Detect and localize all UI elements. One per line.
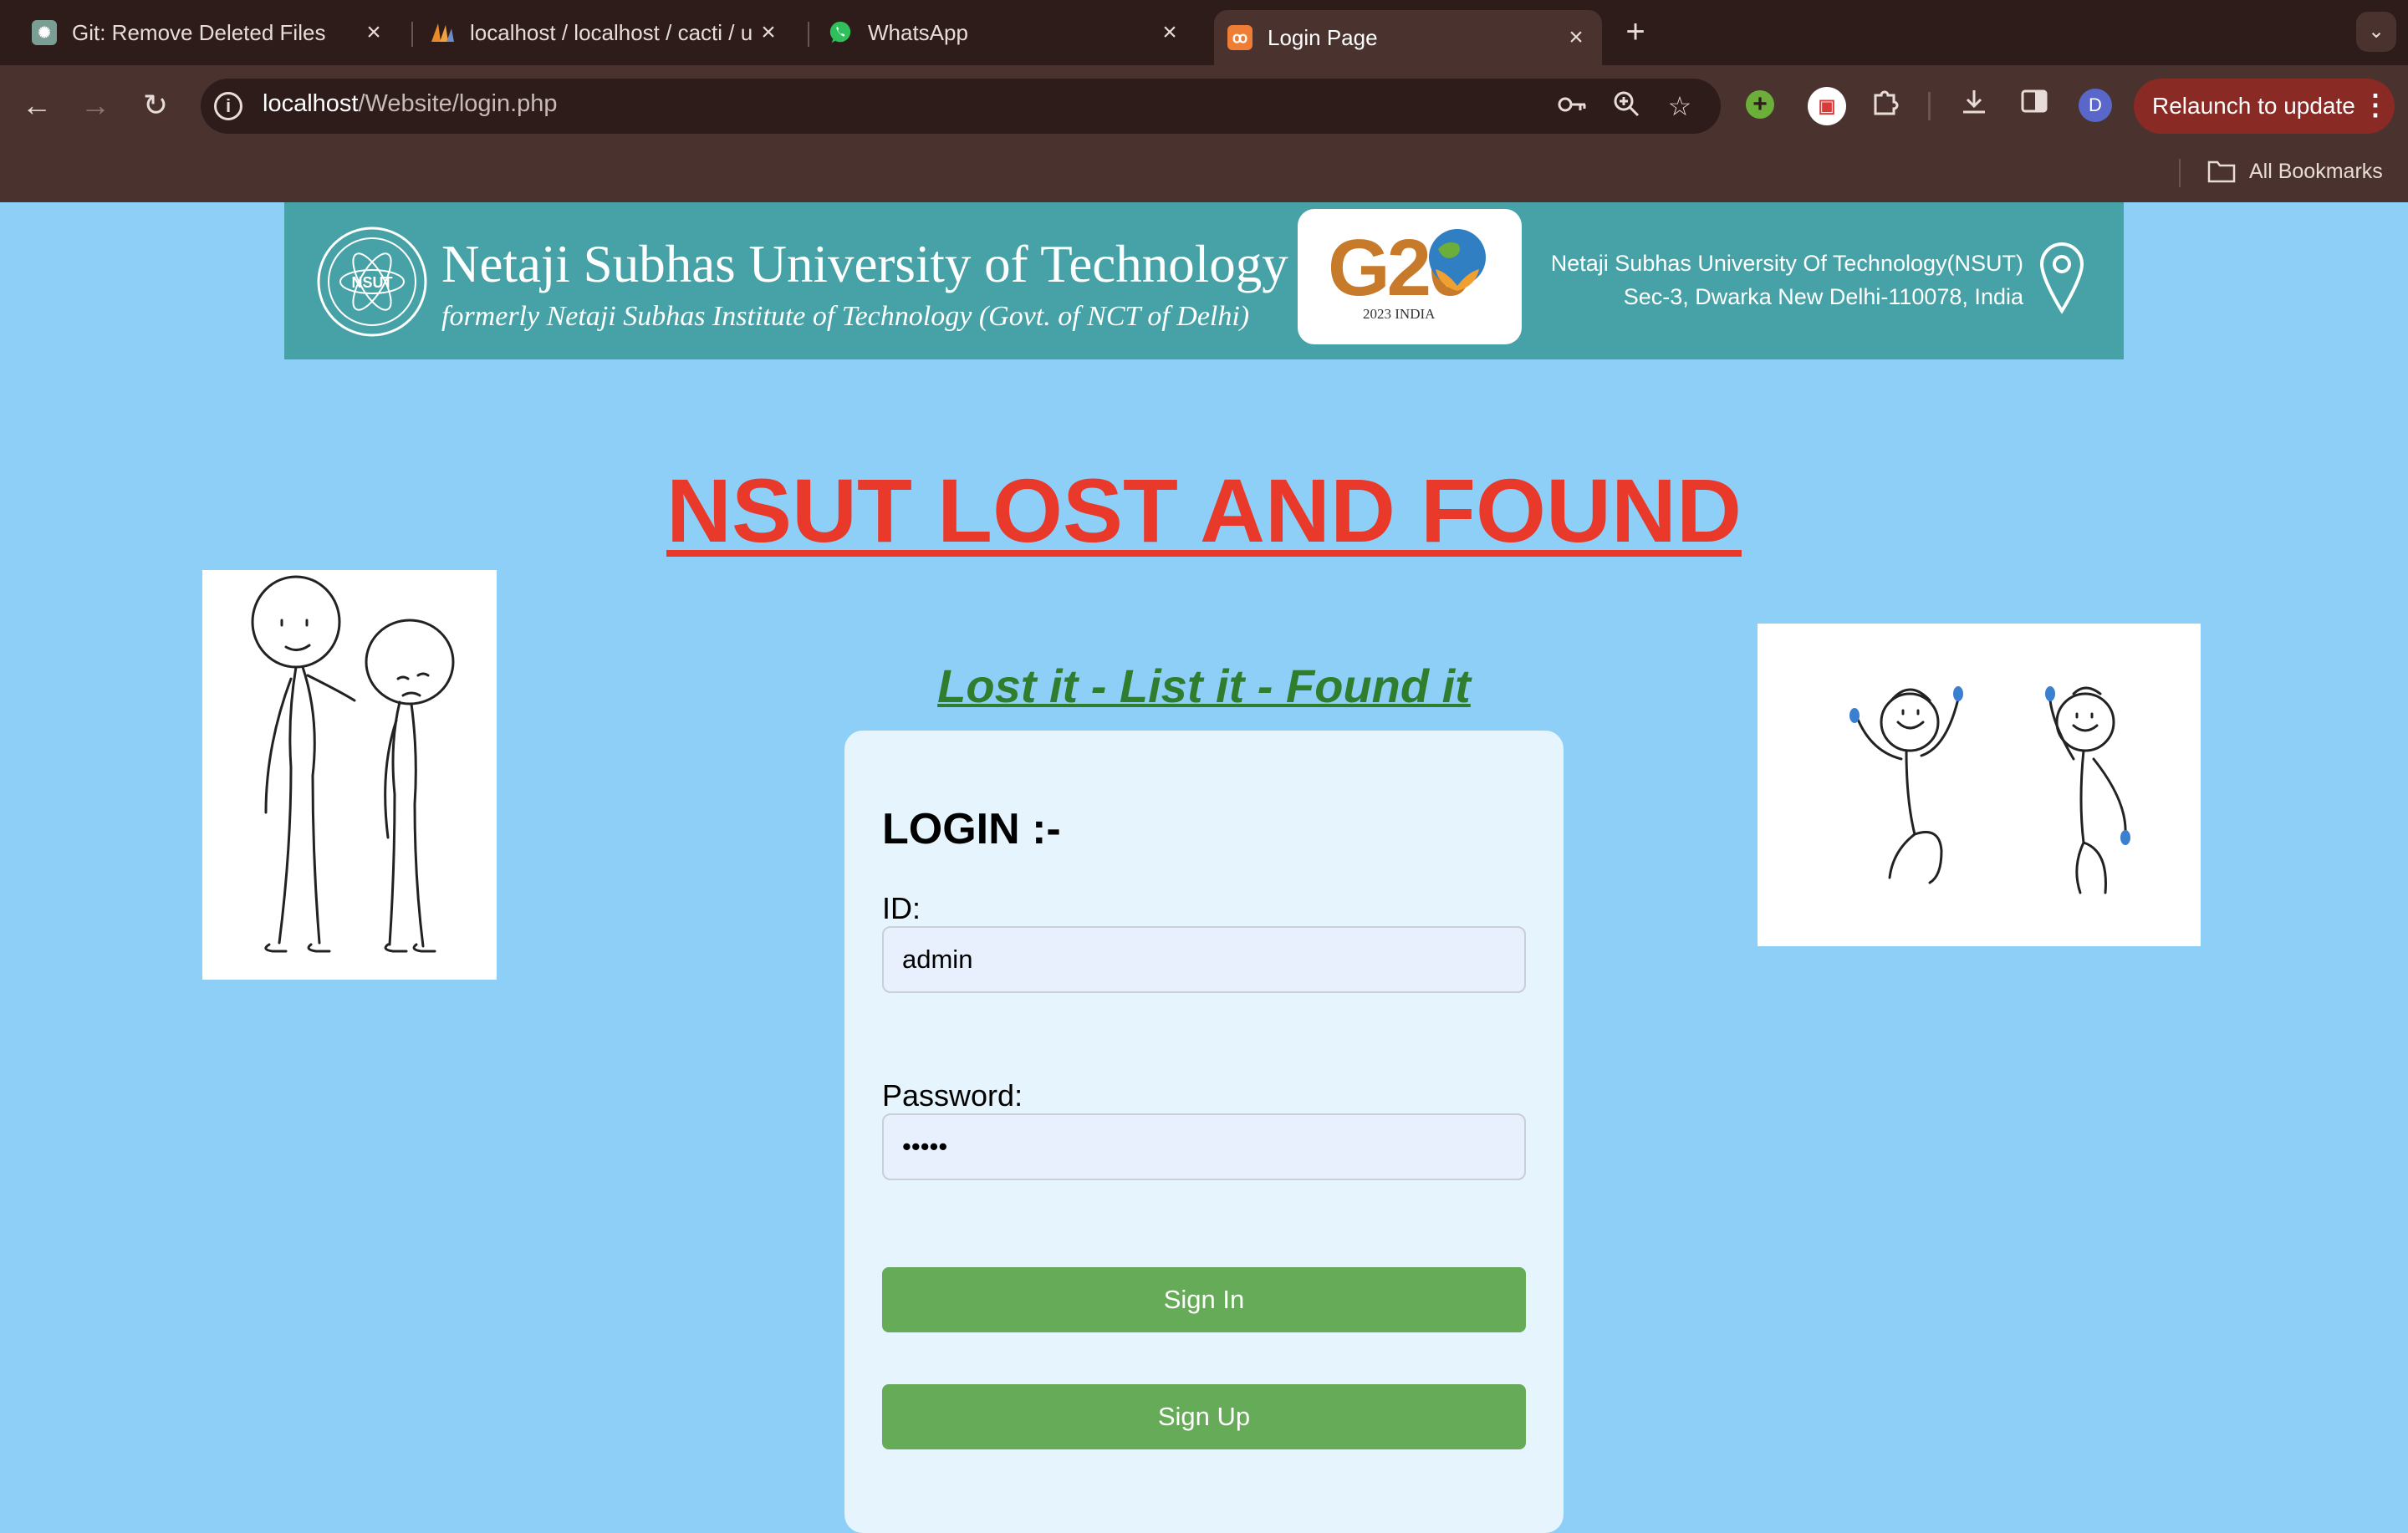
sign-up-button[interactable]: Sign Up [882,1384,1526,1449]
back-icon[interactable]: ← [17,85,57,125]
side-panel-icon[interactable] [2015,87,2053,125]
tab-separator [808,22,809,47]
password-label: Password: [882,1078,1023,1113]
phpmyadmin-icon [430,20,455,45]
sad-figures-illustration [202,570,497,980]
seal-text: NSUT [352,274,393,291]
university-seal-icon: NSUT [317,227,427,337]
location-pin-icon [2039,242,2084,314]
whatsapp-icon [828,20,853,45]
tab-whatsapp[interactable]: WhatsApp × [828,10,1196,55]
extension-add-icon[interactable]: + [1746,90,1774,119]
close-tab-icon[interactable]: × [360,18,388,47]
profile-avatar[interactable]: D [2079,89,2112,122]
folder-icon [2207,160,2236,183]
id-label: ID: [882,891,921,925]
new-tab-button[interactable]: + [1619,15,1652,48]
all-bookmarks-link[interactable]: All Bookmarks [2249,160,2383,184]
bookmarks-separator [2179,159,2181,187]
bookmark-star-icon[interactable]: ☆ [1662,89,1697,124]
tab-git[interactable]: ✺ Git: Remove Deleted Files × [32,10,400,55]
page-headline: NSUT LOST AND FOUND [666,460,1742,561]
reload-icon[interactable]: ↻ [135,85,176,125]
tab-search-button[interactable]: ⌄ [2356,12,2396,52]
login-heading: LOGIN :- [882,805,1061,853]
site-info-icon[interactable]: i [214,92,242,120]
close-tab-icon[interactable]: × [1562,23,1590,52]
download-icon[interactable] [1955,87,1993,125]
url-text[interactable]: localhost/Website/login.php [263,90,558,118]
extensions-puzzle-icon[interactable] [1866,87,1905,125]
tab-separator [411,22,413,47]
xampp-icon: ꝏ [1227,25,1252,50]
tab-title: Login Page [1268,24,1378,50]
password-input[interactable] [882,1113,1526,1180]
menu-dots-icon[interactable]: ⋮ [2361,89,2390,122]
forward-icon[interactable]: → [75,85,115,125]
tab-phpmyadmin[interactable]: localhost / localhost / cacti / u × [430,10,794,55]
password-key-icon[interactable] [1555,89,1590,124]
address-line-1: Netaji Subhas University Of Technology(N… [1550,251,2023,276]
zoom-icon[interactable] [1609,89,1644,124]
tab-title: localhost / localhost / cacti / u [470,19,753,45]
openai-icon: ✺ [32,20,57,45]
tab-title: WhatsApp [868,19,968,45]
sign-in-button[interactable]: Sign In [882,1267,1526,1332]
g20-subtext: 2023 INDIA [1363,306,1436,322]
page-tagline: Lost it - List it - Found it [937,660,1471,712]
relaunch-button[interactable]: Relaunch to update ⋮ [2134,79,2395,134]
university-name: Netaji Subhas University of Technology [441,235,1288,293]
university-subtitle: formerly Netaji Subhas Institute of Tech… [441,301,1250,332]
tab-title: Git: Remove Deleted Files [72,19,326,45]
toolbar-separator [1928,92,1931,120]
close-tab-icon[interactable]: × [754,18,783,47]
relaunch-label: Relaunch to update [2152,93,2355,119]
id-input[interactable] [882,926,1526,993]
tab-login-page[interactable]: ꝏ Login Page × [1214,10,1602,65]
address-line-2: Sec-3, Dwarka New Delhi-110078, India [1623,284,2023,309]
g20-globe-icon [1429,229,1486,291]
extension-recorder-icon[interactable]: ▣ [1808,87,1846,125]
close-tab-icon[interactable]: × [1156,18,1184,47]
